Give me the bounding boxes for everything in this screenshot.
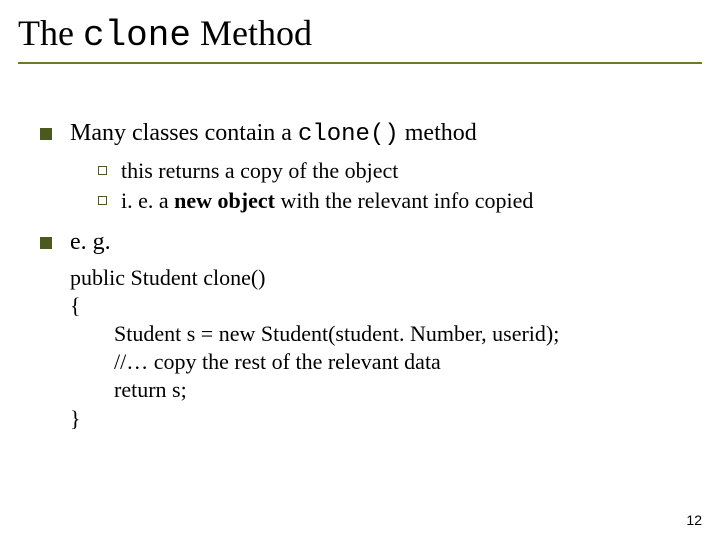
bullet-2-text: e. g. — [70, 227, 688, 258]
sub2-pre: i. e. a — [121, 188, 174, 213]
sub2-post: with the relevant info copied — [275, 188, 533, 213]
title-pre: The — [18, 13, 83, 53]
bullet-2: e. g. — [40, 227, 688, 258]
title-post: Method — [191, 13, 312, 53]
bullet-1-text: Many classes contain a clone() method — [70, 118, 688, 151]
title-underline — [18, 62, 702, 64]
code-line-5: return s; — [114, 376, 688, 404]
code-line-4: //… copy the rest of the relevant data — [114, 348, 688, 376]
sub-bullet-1: this returns a copy of the object — [98, 157, 688, 185]
code-block: public Student clone() { Student s = new… — [70, 264, 688, 433]
bullet-1-sublist: this returns a copy of the object i. e. … — [98, 157, 688, 215]
code-line-2: { — [70, 292, 688, 320]
sub-bullet-1-text: this returns a copy of the object — [121, 157, 688, 185]
b1-post: method — [399, 120, 477, 146]
open-square-bullet-icon — [98, 196, 107, 205]
b1-mono: clone() — [298, 121, 399, 148]
title-mono: clone — [83, 15, 191, 56]
title-block: The clone Method — [18, 14, 702, 64]
sub-bullet-2-text: i. e. a new object with the relevant inf… — [121, 187, 688, 215]
sub-bullet-2: i. e. a new object with the relevant inf… — [98, 187, 688, 215]
slide-title: The clone Method — [18, 14, 702, 62]
square-bullet-icon — [40, 237, 52, 249]
code-line-1: public Student clone() — [70, 264, 688, 292]
code-line-6: } — [70, 405, 688, 433]
body-content: Many classes contain a clone() method th… — [40, 118, 688, 433]
sub2-bold: new object — [174, 188, 275, 213]
page-number: 12 — [686, 512, 702, 528]
open-square-bullet-icon — [98, 166, 107, 175]
square-bullet-icon — [40, 128, 52, 140]
bullet-1: Many classes contain a clone() method — [40, 118, 688, 151]
b1-pre: Many classes contain a — [70, 120, 298, 146]
code-line-3: Student s = new Student(student. Number,… — [114, 320, 688, 348]
